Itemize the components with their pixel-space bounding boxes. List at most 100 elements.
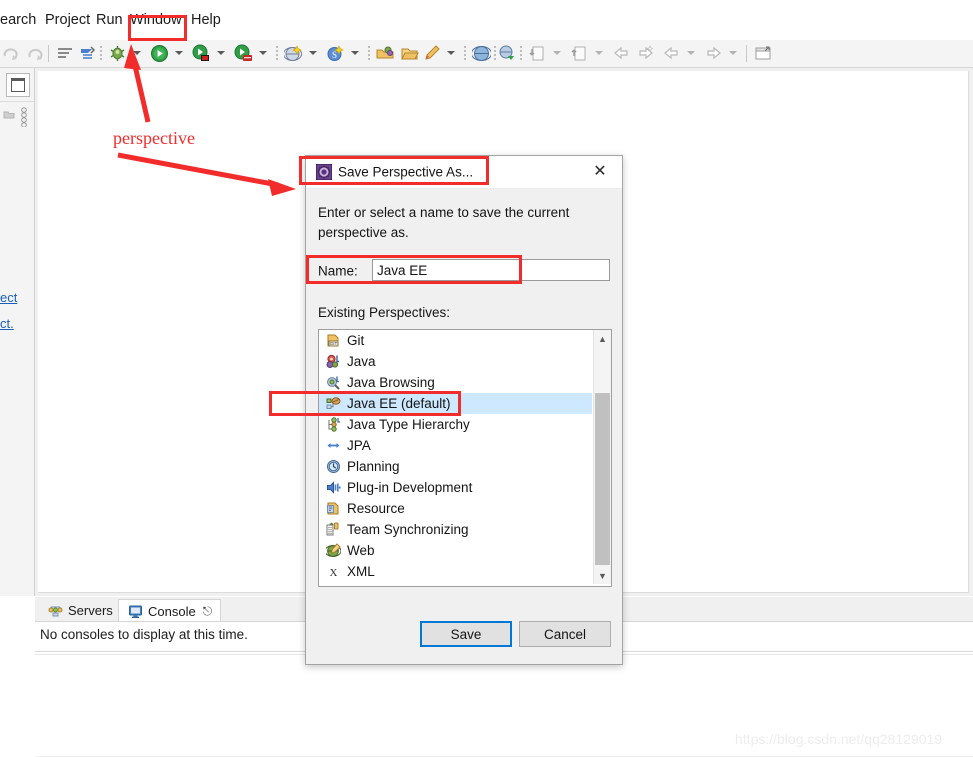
java-icon bbox=[325, 354, 341, 370]
toolbar-separator-2 bbox=[746, 45, 747, 62]
open-type-folder-icon[interactable] bbox=[376, 44, 395, 63]
list-item[interactable]: Java EE (default) bbox=[319, 393, 592, 414]
forward-icon[interactable] bbox=[704, 44, 723, 63]
close-icon[interactable]: ⎋ bbox=[203, 604, 213, 619]
forward-dropdown-caret[interactable] bbox=[729, 51, 737, 55]
list-item[interactable]: JPA bbox=[319, 435, 592, 456]
resource-icon bbox=[325, 501, 341, 517]
dialog-title-bar: Save Perspective As... ✕ bbox=[306, 156, 622, 189]
list-item-label: Git bbox=[347, 333, 365, 348]
list-item[interactable]: Java Browsing bbox=[319, 372, 592, 393]
toolbar-dot-separator-5 bbox=[494, 46, 496, 61]
name-row: Name: bbox=[318, 259, 610, 283]
edge-link-1[interactable]: ect bbox=[0, 285, 17, 311]
edge-link-2[interactable]: ct. bbox=[0, 311, 17, 337]
undo-icon[interactable] bbox=[26, 44, 45, 63]
rail-separator bbox=[0, 101, 34, 102]
eclipse-workbench-window: earch Project Run Window Help S ect ct. … bbox=[0, 0, 973, 757]
debug-dropdown-caret[interactable] bbox=[133, 51, 141, 55]
debug-bug-icon[interactable] bbox=[108, 44, 127, 63]
list-item[interactable]: Planning bbox=[319, 456, 592, 477]
restore-handle-icon[interactable] bbox=[20, 107, 28, 127]
toolbar-dot-separator-6 bbox=[520, 46, 522, 61]
scroll-up-arrow-icon[interactable]: ▲ bbox=[594, 330, 611, 347]
new-web-project-icon[interactable] bbox=[284, 44, 303, 63]
import-icon[interactable] bbox=[528, 44, 547, 63]
run-server-icon[interactable] bbox=[234, 44, 253, 63]
dialog-close-button[interactable]: ✕ bbox=[578, 156, 622, 187]
java-browsing-icon bbox=[325, 375, 341, 391]
toolbar-dot-separator-3 bbox=[368, 46, 370, 61]
list-item[interactable]: Plug-in Development bbox=[319, 477, 592, 498]
menu-item-help[interactable]: Help bbox=[191, 13, 221, 28]
open-perspective-button[interactable] bbox=[6, 73, 30, 97]
list-item-label: JPA bbox=[347, 438, 371, 453]
globe-run-icon[interactable] bbox=[498, 44, 517, 63]
edit-dropdown-caret[interactable] bbox=[447, 51, 455, 55]
search-sphere-icon[interactable]: S bbox=[326, 44, 345, 63]
search-dropdown-caret[interactable] bbox=[351, 51, 359, 55]
server-dropdown-caret[interactable] bbox=[259, 51, 267, 55]
tab-servers[interactable]: Servers bbox=[39, 599, 121, 621]
pencil-edit-icon[interactable] bbox=[422, 44, 441, 63]
next-annotation-icon[interactable] bbox=[636, 44, 655, 63]
existing-perspectives-label: Existing Perspectives: bbox=[318, 305, 451, 320]
console-empty-message: No consoles to display at this time. bbox=[40, 627, 248, 642]
menu-item-run[interactable]: Run bbox=[96, 13, 123, 28]
jpa-icon bbox=[325, 438, 341, 454]
perspective-icon bbox=[316, 164, 332, 180]
perspectives-scrollbar[interactable]: ▲ ▼ bbox=[593, 330, 611, 584]
scroll-down-arrow-icon[interactable]: ▼ bbox=[594, 567, 611, 584]
browser-globe-icon[interactable] bbox=[472, 44, 491, 63]
skip-breakpoints-icon[interactable] bbox=[78, 44, 97, 63]
cancel-button[interactable]: Cancel bbox=[519, 621, 611, 647]
perspective-button-body bbox=[11, 81, 25, 92]
list-item-label: XML bbox=[347, 564, 375, 579]
run-external-tools-icon[interactable] bbox=[192, 44, 211, 63]
tab-servers-label: Servers bbox=[68, 602, 113, 618]
back-dropdown-caret[interactable] bbox=[687, 51, 695, 55]
menu-item-window[interactable]: Window bbox=[130, 13, 182, 28]
external-tools-dropdown-caret[interactable] bbox=[217, 51, 225, 55]
xml-icon: X bbox=[325, 564, 341, 580]
perspective-rows: GIT Git Java Java Browsing Java EE (defa… bbox=[319, 330, 592, 582]
list-item[interactable]: Java Type Hierarchy bbox=[319, 414, 592, 435]
name-input[interactable] bbox=[372, 259, 610, 281]
menu-bar: earch Project Run Window Help bbox=[0, 0, 973, 40]
list-lines-icon[interactable] bbox=[56, 44, 75, 63]
open-perspective-icon[interactable] bbox=[754, 44, 773, 63]
list-item-label: Java Browsing bbox=[347, 375, 435, 390]
list-item[interactable]: Resource bbox=[319, 498, 592, 519]
previous-annotation-icon[interactable] bbox=[612, 44, 631, 63]
tab-console-label: Console bbox=[148, 603, 196, 619]
toolbar-dot-separator-2 bbox=[276, 46, 278, 61]
export-icon[interactable] bbox=[570, 44, 589, 63]
list-item[interactable]: X XML bbox=[319, 561, 592, 582]
list-item[interactable]: GIT Git bbox=[319, 330, 592, 351]
new-wizard-icon[interactable] bbox=[2, 44, 21, 63]
list-item[interactable]: Team Synchronizing bbox=[319, 519, 592, 540]
list-item-label: Java Type Hierarchy bbox=[347, 417, 470, 432]
export-dropdown-caret[interactable] bbox=[595, 51, 603, 55]
run-dropdown-caret[interactable] bbox=[175, 51, 183, 55]
name-label: Name: bbox=[318, 263, 358, 279]
scrollbar-thumb[interactable] bbox=[595, 393, 610, 565]
list-item-label: Java EE (default) bbox=[347, 396, 451, 411]
minimized-view-icon[interactable] bbox=[3, 109, 15, 121]
web-icon bbox=[325, 543, 341, 559]
save-perspective-dialog: Save Perspective As... ✕ Enter or select… bbox=[305, 155, 623, 665]
new-web-project-caret[interactable] bbox=[309, 51, 317, 55]
list-item-label: Resource bbox=[347, 501, 405, 516]
run-icon[interactable] bbox=[150, 44, 169, 63]
list-item[interactable]: Web bbox=[319, 540, 592, 561]
back-icon[interactable] bbox=[662, 44, 681, 63]
save-button[interactable]: Save bbox=[420, 621, 512, 647]
tab-console[interactable]: Console ⎋ bbox=[118, 599, 222, 622]
existing-perspectives-list[interactable]: GIT Git Java Java Browsing Java EE (defa… bbox=[318, 329, 612, 587]
console-icon bbox=[127, 603, 143, 619]
menu-item-project[interactable]: Project bbox=[45, 13, 90, 28]
menu-item-search[interactable]: earch bbox=[0, 13, 36, 28]
open-resource-folder-icon[interactable] bbox=[400, 44, 419, 63]
import-dropdown-caret[interactable] bbox=[553, 51, 561, 55]
list-item[interactable]: Java bbox=[319, 351, 592, 372]
